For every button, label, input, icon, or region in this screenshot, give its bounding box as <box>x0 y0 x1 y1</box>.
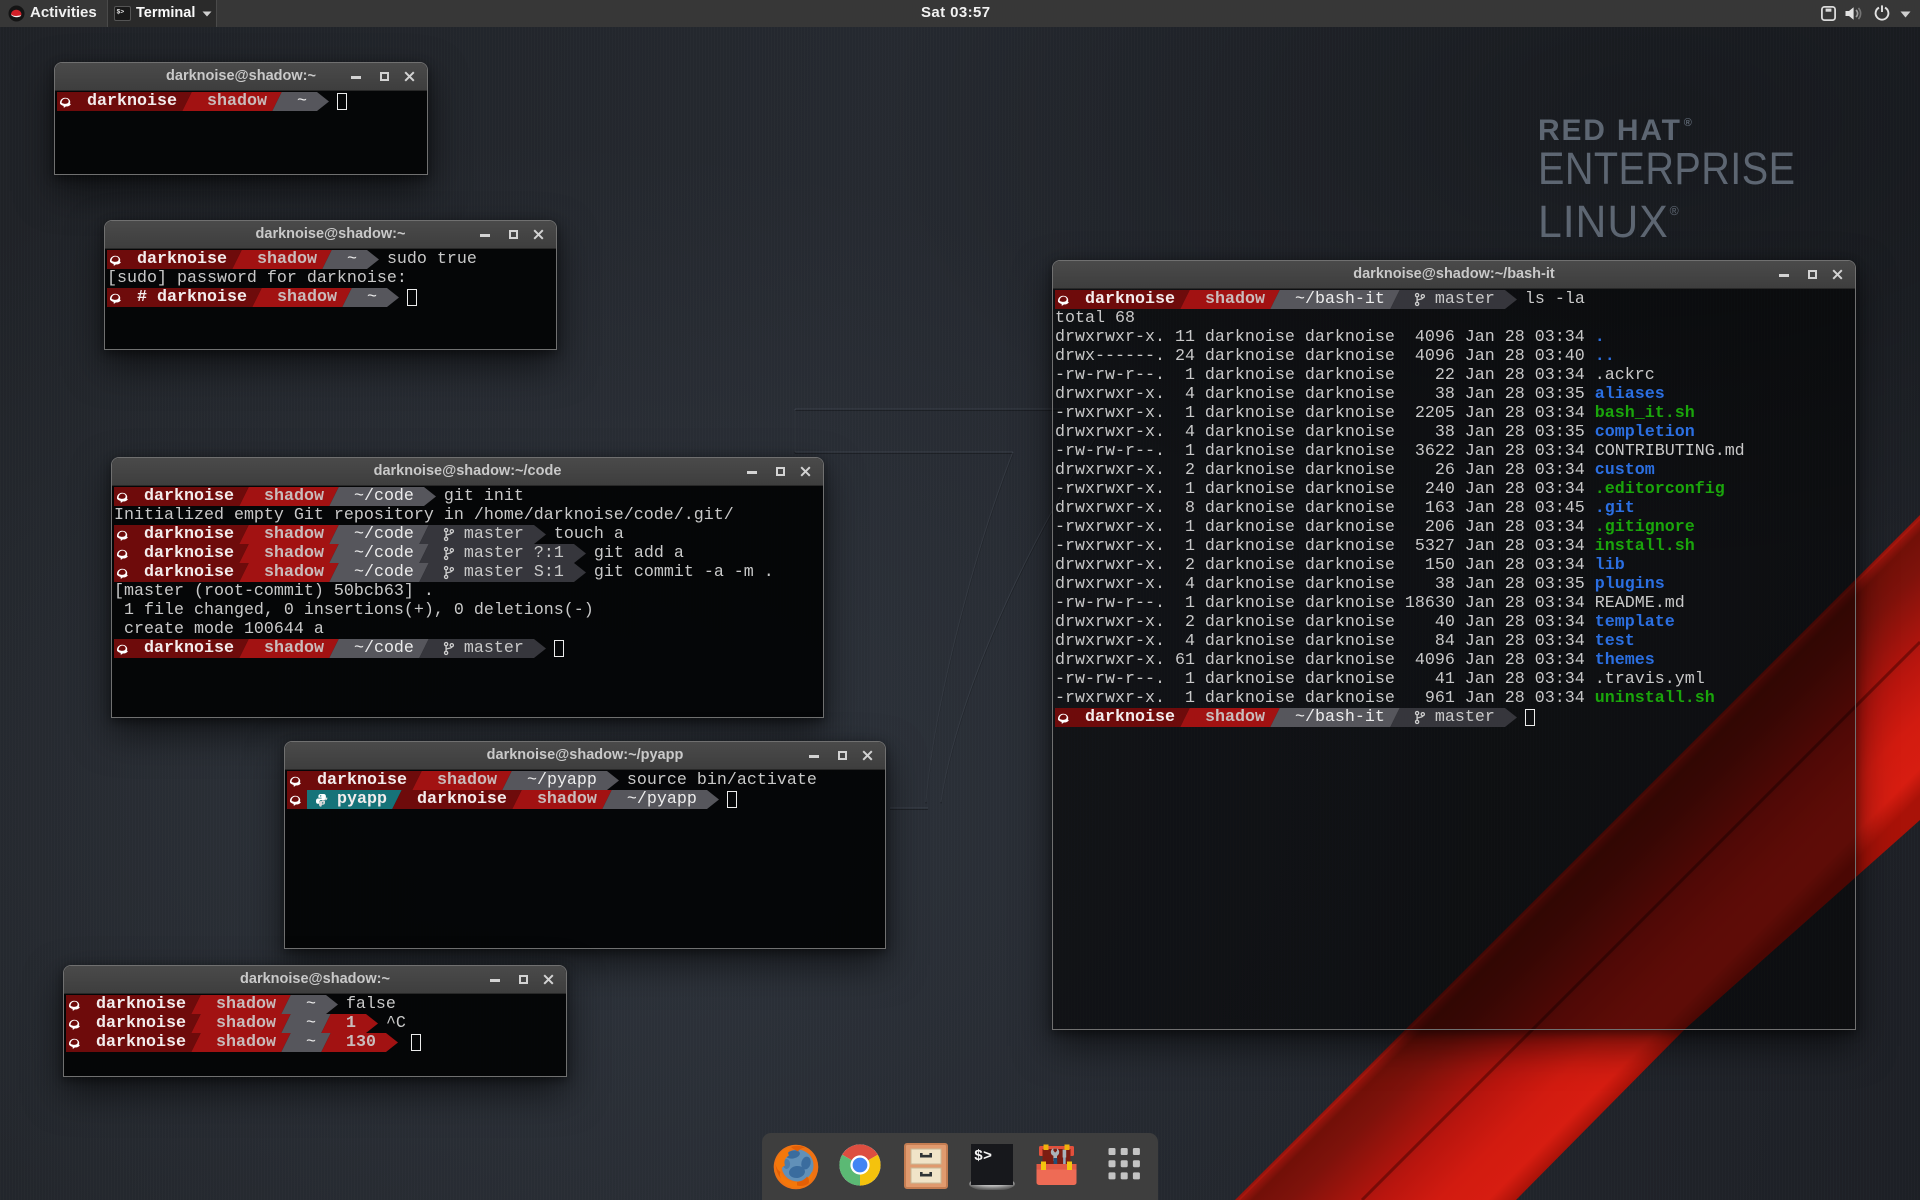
svg-text:$>: $> <box>974 1148 992 1165</box>
svg-text:$>: $> <box>117 8 125 15</box>
